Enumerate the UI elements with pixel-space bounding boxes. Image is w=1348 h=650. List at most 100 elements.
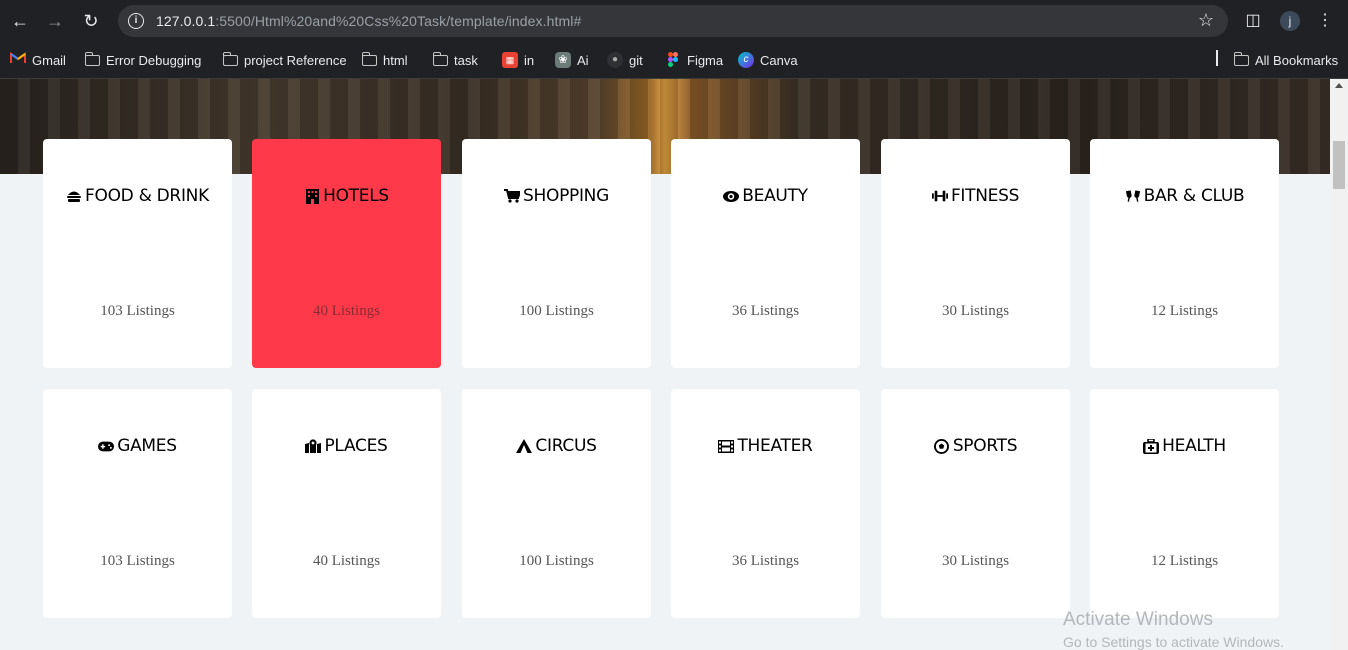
back-arrow-icon[interactable]: ← <box>8 9 32 33</box>
bookmark-label: Gmail <box>32 52 66 68</box>
folder-icon <box>432 51 448 66</box>
bookmark-label: git <box>629 52 643 68</box>
medkit-icon <box>1143 438 1160 454</box>
card-title-text: PLACES <box>324 436 388 456</box>
figma-icon <box>665 52 681 68</box>
category-card-fitness[interactable]: FITNESS 30 Listings <box>881 139 1070 368</box>
more-menu-icon[interactable]: ⋮ <box>1313 9 1337 33</box>
category-card-theater[interactable]: THEATER 36 Listings <box>671 389 860 618</box>
bookmark-label: Canva <box>760 52 798 68</box>
bookmark-ai[interactable]: ❀ Ai <box>555 51 589 69</box>
card-title-text: THEATER <box>737 436 813 456</box>
card-title-text: SPORTS <box>952 436 1018 456</box>
folder-icon <box>84 51 100 66</box>
card-listing-count: 100 Listings <box>519 303 594 319</box>
card-title-text: FITNESS <box>950 186 1020 206</box>
bookmark-label: Ai <box>577 52 589 68</box>
address-bar[interactable]: i 127.0.0.1:5500/Html%20and%20Css%20Task… <box>118 5 1228 37</box>
github-icon: ● <box>607 52 623 68</box>
reload-icon[interactable]: ↻ <box>79 9 103 33</box>
card-listing-count: 12 Listings <box>1150 303 1219 319</box>
url-text[interactable]: 127.0.0.1:5500/Html%20and%20Css%20Task/t… <box>156 13 581 29</box>
burger-icon <box>66 188 82 204</box>
activate-windows-subtitle: Go to Settings to activate Windows. <box>1063 634 1284 650</box>
card-title: PLACES <box>252 436 441 456</box>
gamepad-icon <box>98 438 115 454</box>
side-panel-icon[interactable]: ◫ <box>1241 9 1265 33</box>
scroll-up-arrow-icon[interactable] <box>1335 83 1343 88</box>
card-listing-count: 36 Listings <box>731 553 800 569</box>
url-path: :5500/Html%20and%20Css%20Task/template/i… <box>215 13 582 29</box>
openai-icon: ❀ <box>555 52 571 68</box>
card-title: THEATER <box>671 436 860 456</box>
bookmark-label: Error Debugging <box>106 52 202 68</box>
bookmark-project-reference[interactable]: project Reference <box>222 51 347 69</box>
bookmark-error-debugging[interactable]: Error Debugging <box>84 51 202 69</box>
canva-icon: c <box>738 52 754 68</box>
card-listing-count: 100 Listings <box>519 553 594 569</box>
bookmark-label: All Bookmarks <box>1255 52 1339 68</box>
bookmark-label: Figma <box>687 52 724 68</box>
bookmark-in[interactable]: ▦ in <box>502 51 534 69</box>
bookmark-figma[interactable]: Figma <box>665 51 723 69</box>
folder-icon <box>1233 51 1249 66</box>
category-card-hotels[interactable]: HOTELS 40 Listings <box>252 139 441 368</box>
all-bookmarks[interactable]: All Bookmarks <box>1233 51 1339 69</box>
category-card-games[interactable]: GAMES 103 Listings <box>43 389 232 618</box>
film-icon <box>718 438 735 454</box>
category-card-beauty[interactable]: BEAUTY 36 Listings <box>671 139 860 368</box>
calendar-app-icon: ▦ <box>502 52 518 68</box>
bookmark-gmail[interactable]: Gmail <box>10 51 66 69</box>
site-info-icon[interactable]: i <box>128 13 144 29</box>
bookmark-git[interactable]: ● git <box>607 51 643 69</box>
eye-icon <box>723 188 740 204</box>
card-title: GAMES <box>43 436 232 456</box>
soccer-ball-icon <box>934 438 950 454</box>
bookmark-canva[interactable]: c Canva <box>738 51 798 69</box>
map-location-icon <box>305 438 322 454</box>
bookmark-star-icon[interactable]: ☆ <box>1198 10 1214 31</box>
card-title-text: FOOD & DRINK <box>85 186 209 206</box>
category-card-shopping[interactable]: SHOPPING 100 Listings <box>462 139 651 368</box>
bookmark-label: html <box>383 52 408 68</box>
card-title-text: CIRCUS <box>535 436 597 456</box>
glasses-cheers-icon <box>1125 188 1141 204</box>
category-card-places[interactable]: PLACES 40 Listings <box>252 389 441 618</box>
card-title-text: HEALTH <box>1162 436 1226 456</box>
url-host: 127.0.0.1 <box>156 13 216 29</box>
card-title: BEAUTY <box>671 186 860 206</box>
card-title-text: SHOPPING <box>523 186 609 206</box>
folder-icon <box>222 51 238 66</box>
tent-icon <box>516 438 533 454</box>
vertical-scrollbar[interactable] <box>1330 79 1348 650</box>
category-card-health[interactable]: HEALTH 12 Listings <box>1090 389 1279 618</box>
profile-avatar[interactable]: j <box>1280 11 1300 31</box>
card-listing-count: 103 Listings <box>100 553 175 569</box>
gmail-icon <box>10 52 26 68</box>
dumbbell-icon <box>931 188 948 204</box>
card-listing-count: 30 Listings <box>941 303 1010 319</box>
card-title: BAR & CLUB <box>1090 186 1279 206</box>
category-card-food-drink[interactable]: FOOD & DRINK 103 Listings <box>43 139 232 368</box>
browser-toolbar: ← → ↻ i 127.0.0.1:5500/Html%20and%20Css%… <box>0 0 1348 42</box>
bookmark-html[interactable]: html <box>361 51 408 69</box>
card-title-text: BAR & CLUB <box>1143 186 1245 206</box>
cart-icon <box>504 188 521 204</box>
card-title-text: HOTELS <box>323 186 389 206</box>
category-card-circus[interactable]: CIRCUS 100 Listings <box>462 389 651 618</box>
card-title: FOOD & DRINK <box>43 186 232 206</box>
bookmarks-separator <box>1216 50 1218 66</box>
hotel-icon <box>304 188 320 204</box>
card-listing-count: 12 Listings <box>1150 553 1219 569</box>
card-title: SPORTS <box>881 436 1070 456</box>
category-card-sports[interactable]: SPORTS 30 Listings <box>881 389 1070 618</box>
scroll-thumb[interactable] <box>1333 141 1345 189</box>
card-title: HOTELS <box>252 186 441 206</box>
bookmarks-bar: Gmail Error Debugging project Reference … <box>0 42 1348 79</box>
card-title-text: GAMES <box>117 436 177 456</box>
forward-arrow-icon[interactable]: → <box>43 9 67 33</box>
activate-windows-title: Activate Windows <box>1063 609 1213 630</box>
category-card-bar-club[interactable]: BAR & CLUB 12 Listings <box>1090 139 1279 368</box>
bookmark-task[interactable]: task <box>432 51 478 69</box>
bookmark-label: in <box>524 52 535 68</box>
